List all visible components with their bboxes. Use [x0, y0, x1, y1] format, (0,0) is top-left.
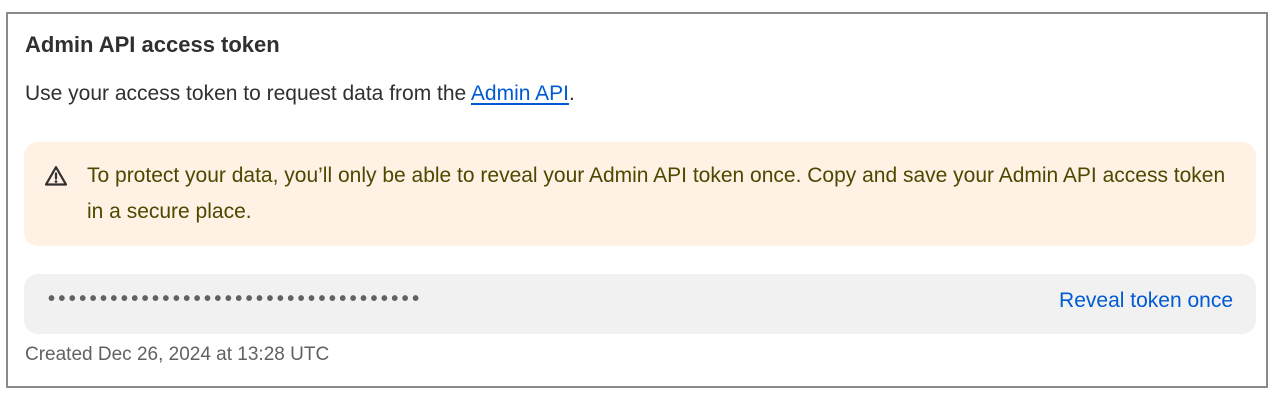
warning-banner: To protect your data, you’ll only be abl…	[24, 142, 1256, 246]
created-timestamp: Created Dec 26, 2024 at 13:28 UTC	[25, 344, 330, 365]
masked-token: ••••••••••••••••••••••••••••••••••••	[48, 288, 423, 310]
card-title: Admin API access token	[25, 32, 280, 57]
card-description: Use your access token to request data fr…	[25, 82, 575, 106]
reveal-token-button[interactable]: Reveal token once	[1059, 289, 1233, 313]
admin-api-token-card: Admin API access token Use your access t…	[6, 12, 1268, 388]
card-description-text: Use your access token to request data fr…	[25, 82, 471, 105]
card-description-suffix: .	[568, 82, 575, 105]
admin-api-link[interactable]: Admin API	[471, 82, 569, 105]
access-token-field: •••••••••••••••••••••••••••••••••••• Rev…	[24, 274, 1256, 334]
warning-banner-text: To protect your data, you’ll only be abl…	[87, 164, 1226, 223]
warning-triangle-icon	[44, 164, 68, 188]
